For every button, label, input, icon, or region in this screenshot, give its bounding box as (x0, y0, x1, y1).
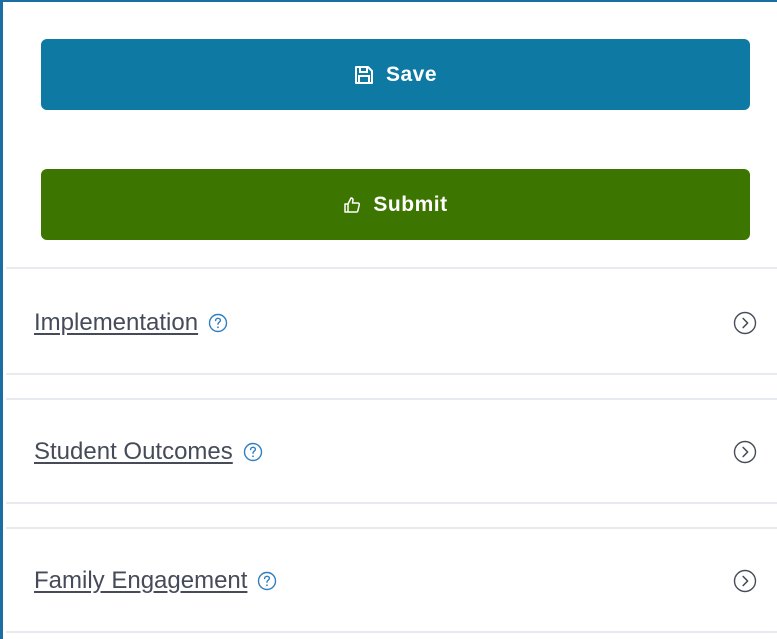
chevron-right-circle-icon[interactable] (733, 311, 757, 335)
question-circle-icon[interactable] (208, 313, 228, 333)
section-divider (6, 502, 777, 504)
section-link-implementation[interactable]: Implementation (34, 309, 198, 337)
section-label-group: Student Outcomes (34, 438, 263, 466)
panel-frame: Save Submit Implementation Student Outco… (0, 0, 777, 639)
save-button[interactable]: Save (41, 39, 750, 110)
chevron-right-circle-icon[interactable] (733, 569, 757, 593)
section-row-implementation[interactable]: Implementation (6, 271, 777, 375)
question-circle-icon[interactable] (243, 442, 263, 462)
section-label-group: Family Engagement (34, 567, 277, 595)
section-row-student-outcomes[interactable]: Student Outcomes (6, 400, 777, 504)
floppy-disk-icon (354, 65, 374, 85)
section-divider (6, 373, 777, 375)
section-row-family-engagement[interactable]: Family Engagement (6, 529, 777, 633)
thumbs-up-icon (343, 196, 361, 214)
chevron-right-circle-icon[interactable] (733, 440, 757, 464)
section-divider (6, 267, 777, 269)
section-label-group: Implementation (34, 309, 228, 337)
section-link-student-outcomes[interactable]: Student Outcomes (34, 438, 233, 466)
section-link-family-engagement[interactable]: Family Engagement (34, 567, 247, 595)
question-circle-icon[interactable] (257, 571, 277, 591)
submit-button[interactable]: Submit (41, 169, 750, 240)
save-button-label: Save (385, 62, 438, 86)
section-divider (6, 631, 777, 633)
submit-button-label: Submit (373, 192, 448, 216)
